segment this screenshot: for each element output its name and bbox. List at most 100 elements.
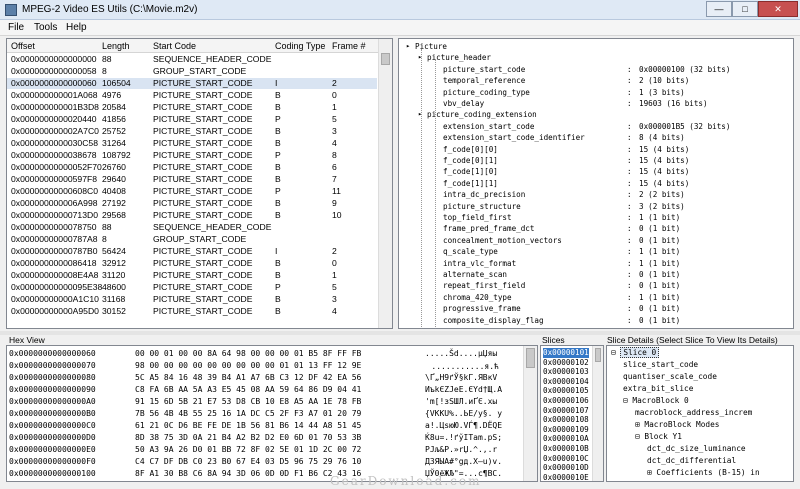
slice-list-item[interactable]: 0x00000109 <box>543 425 589 435</box>
tree-field-value: 1 (1 bit) <box>639 247 681 257</box>
hex-bytes: 7B 56 4B 4B 55 25 16 1A DC C5 2F F3 A7 0… <box>135 409 362 418</box>
expander-icon[interactable]: ⊟ <box>623 396 632 405</box>
grid-row[interactable]: 0x0000000000000000 88 SEQUENCE_HEADER_CODE <box>7 54 377 65</box>
tree-field-name: f_code[1][1] <box>443 178 498 188</box>
grid-row[interactable]: 0x00000000000787B0 56424 PICTURE_START_COD… <box>7 246 377 257</box>
slice-detail-label: MacroBlock Modes <box>644 420 720 429</box>
hex-view[interactable]: 0x0000000000000060 00 00 01 00 00 8A 64 9… <box>6 345 538 482</box>
slice-detail-label: dct_dc_size_luminance <box>647 444 746 453</box>
expander-icon[interactable]: ⊟ <box>611 348 620 357</box>
grid-row[interactable]: 0x00000000000597F8 29640 PICTURE_START_COD… <box>7 174 377 185</box>
slice-list-item[interactable]: 0x00000102 <box>543 358 589 368</box>
slice-details-tree[interactable]: ⊟ Slice 0 slice_start_code quantiser_sca… <box>606 345 794 482</box>
slices-scroll-thumb[interactable] <box>595 348 601 362</box>
column-header-length[interactable]: Length <box>102 41 130 51</box>
slice-list-item[interactable]: 0x0000010B <box>543 444 589 454</box>
grid-row[interactable]: 0x000000000006A998 27192 PICTURE_START_COD… <box>7 198 377 209</box>
slice-detail-node[interactable]: ⊟ MacroBlock 0 <box>623 396 689 407</box>
slice-detail-node[interactable]: ⊟ Block Y1 <box>635 432 682 443</box>
slices-scrollbar[interactable] <box>592 346 603 481</box>
grid-cell-length: 88 <box>102 222 112 232</box>
slice-detail-node[interactable]: macroblock_address_increm <box>635 408 752 419</box>
slice-detail-node[interactable]: ⊞ MacroBlock Modes <box>635 420 720 431</box>
start-code-grid[interactable]: Offset Length Start Code Coding Type Fra… <box>6 38 393 329</box>
slice-list-item[interactable]: 0x00000101 <box>543 348 589 358</box>
slice-list-item[interactable]: 0x0000010A <box>543 434 589 444</box>
grid-row[interactable]: 0x00000000000A1C10 31168 PICTURE_START_COD… <box>7 294 377 305</box>
hex-view-label: Hex View <box>9 335 45 345</box>
menu-help[interactable]: Help <box>66 22 87 33</box>
grid-row[interactable]: 0x0000000000030C58 31264 PICTURE_START_COD… <box>7 138 377 149</box>
slice-list-item[interactable]: 0x00000107 <box>543 406 589 416</box>
grid-cell-length: 8 <box>102 66 107 76</box>
grid-row[interactable]: 0x00000000000A95D0 30152 PICTURE_START_COD… <box>7 306 377 317</box>
picture-tree[interactable]: ▸ Picture ▸ picture_header picture_start_cod… <box>398 38 794 329</box>
grid-cell-start-code: PICTURE_START_CODE <box>153 246 253 256</box>
grid-row[interactable]: 0x00000000000095E38 48600 PICTURE_START_CO… <box>7 282 377 293</box>
slice-detail-node[interactable]: quantiser_scale_code <box>623 372 717 383</box>
slice-detail-node[interactable]: ⊟ Slice 0 <box>611 347 660 359</box>
tree-field-name: f_code[0][0] <box>443 144 498 154</box>
slice-list-item[interactable]: 0x00000105 <box>543 386 589 396</box>
grid-row[interactable]: 0x0000000000000060 106504 PICTURE_START_CO… <box>7 78 377 89</box>
slice-detail-node[interactable]: dct_dc_size_luminance <box>647 444 746 455</box>
grid-cell-frame-number: 9 <box>332 198 337 208</box>
grid-row[interactable]: 0x00000000000052F70 26760 PICTURE_START_CO… <box>7 162 377 173</box>
grid-cell-offset: 0x0000000000000058 <box>11 66 97 76</box>
close-button[interactable]: ✕ <box>758 1 798 17</box>
slice-list-item[interactable]: 0x00000106 <box>543 396 589 406</box>
grid-row[interactable]: 0x0000000000020440 41856 PICTURE_START_COD… <box>7 114 377 125</box>
grid-cell-coding-type: B <box>275 102 281 112</box>
slice-list-item[interactable]: 0x00000104 <box>543 377 589 387</box>
expander-icon[interactable]: ⊞ <box>647 468 656 477</box>
tree-field-value: 1 (3 bits) <box>639 87 685 97</box>
grid-row[interactable]: 0x000000000001B3D8 20584 PICTURE_START_COD… <box>7 102 377 113</box>
hex-offset: 0x00000000000000B0 <box>9 409 96 418</box>
hex-scroll-thumb[interactable] <box>526 348 535 368</box>
tree-field-value: 15 (4 bits) <box>639 167 690 177</box>
grid-row[interactable]: 0x000000000001A068 4976 PICTURE_START_CODE… <box>7 90 377 101</box>
menu-tools[interactable]: Tools <box>34 22 57 33</box>
grid-row[interactable]: 0x00000000000713D0 29568 PICTURE_START_COD… <box>7 210 377 221</box>
collapse-icon[interactable]: ▸ <box>406 42 410 50</box>
tree-field-separator: : <box>627 235 632 245</box>
slice-list-item[interactable]: 0x00000108 <box>543 415 589 425</box>
slice-detail-node[interactable]: ⊞ Coefficients (B-15) in <box>647 468 760 479</box>
minimize-button[interactable]: — <box>706 1 732 17</box>
slice-detail-label: extra_bit_slice <box>623 384 694 393</box>
tree-field-separator: : <box>627 156 632 165</box>
slice-list-item[interactable]: 0x0000010E <box>543 473 589 481</box>
grid-row[interactable]: 0x0000000000038678 108792 PICTURE_START_CO… <box>7 150 377 161</box>
tree-field-name: chroma_420_type <box>443 292 512 302</box>
grid-row[interactable]: 0x000000000002A7C0 25752 PICTURE_START_COD… <box>7 126 377 137</box>
slice-detail-node[interactable]: slice_start_code <box>623 360 698 371</box>
expander-icon[interactable]: ⊟ <box>635 432 644 441</box>
column-header-coding-type[interactable]: Coding Type <box>275 41 325 51</box>
hex-bytes: 61 21 0C D6 BE FE DE 1B 56 81 B6 14 44 A… <box>135 421 362 430</box>
slice-list-item[interactable]: 0x00000103 <box>543 367 589 377</box>
grid-cell-coding-type: P <box>275 114 281 124</box>
grid-row[interactable]: 0x0000000000078750 88 SEQUENCE_HEADER_CODE <box>7 222 377 233</box>
expander-icon[interactable]: ⊞ <box>635 420 644 429</box>
column-header-frame-number[interactable]: Frame # <box>332 41 366 51</box>
slices-list[interactable]: 0x00000101 0x00000102 0x00000103 0x00000104… <box>540 345 604 482</box>
maximize-button[interactable]: □ <box>732 1 758 17</box>
grid-row[interactable]: 0x00000000000608C0 40408 PICTURE_START_COD… <box>7 186 377 197</box>
grid-row[interactable]: 0x0000000000086418 32912 PICTURE_START_COD… <box>7 258 377 269</box>
column-header-offset[interactable]: Offset <box>11 41 35 51</box>
grid-scrollbar[interactable] <box>378 39 392 328</box>
slice-list-item[interactable]: 0x0000010C <box>543 454 589 464</box>
slice-list-item[interactable]: 0x0000010D <box>543 463 589 473</box>
menu-file[interactable]: File <box>8 22 24 33</box>
slice-detail-node[interactable]: dct_dc_differential <box>647 456 736 467</box>
column-header-start-code[interactable]: Start Code <box>153 41 196 51</box>
grid-row[interactable]: 0x0000000000000058 8 GROUP_START_CODE <box>7 66 377 77</box>
tree-field-name: q_scale_type <box>443 247 498 257</box>
grid-scroll-thumb[interactable] <box>381 53 390 65</box>
grid-cell-offset: 0x000000000006A998 <box>11 198 98 208</box>
hex-scrollbar[interactable] <box>523 346 537 481</box>
hex-offset: 0x0000000000000080 <box>9 373 96 382</box>
slice-detail-node[interactable]: extra_bit_slice <box>623 384 693 395</box>
grid-row[interactable]: 0x000000000008E4A8 31120 PICTURE_START_COD… <box>7 270 377 281</box>
grid-row[interactable]: 0x00000000000787A8 8 GROUP_START_CODE <box>7 234 377 245</box>
